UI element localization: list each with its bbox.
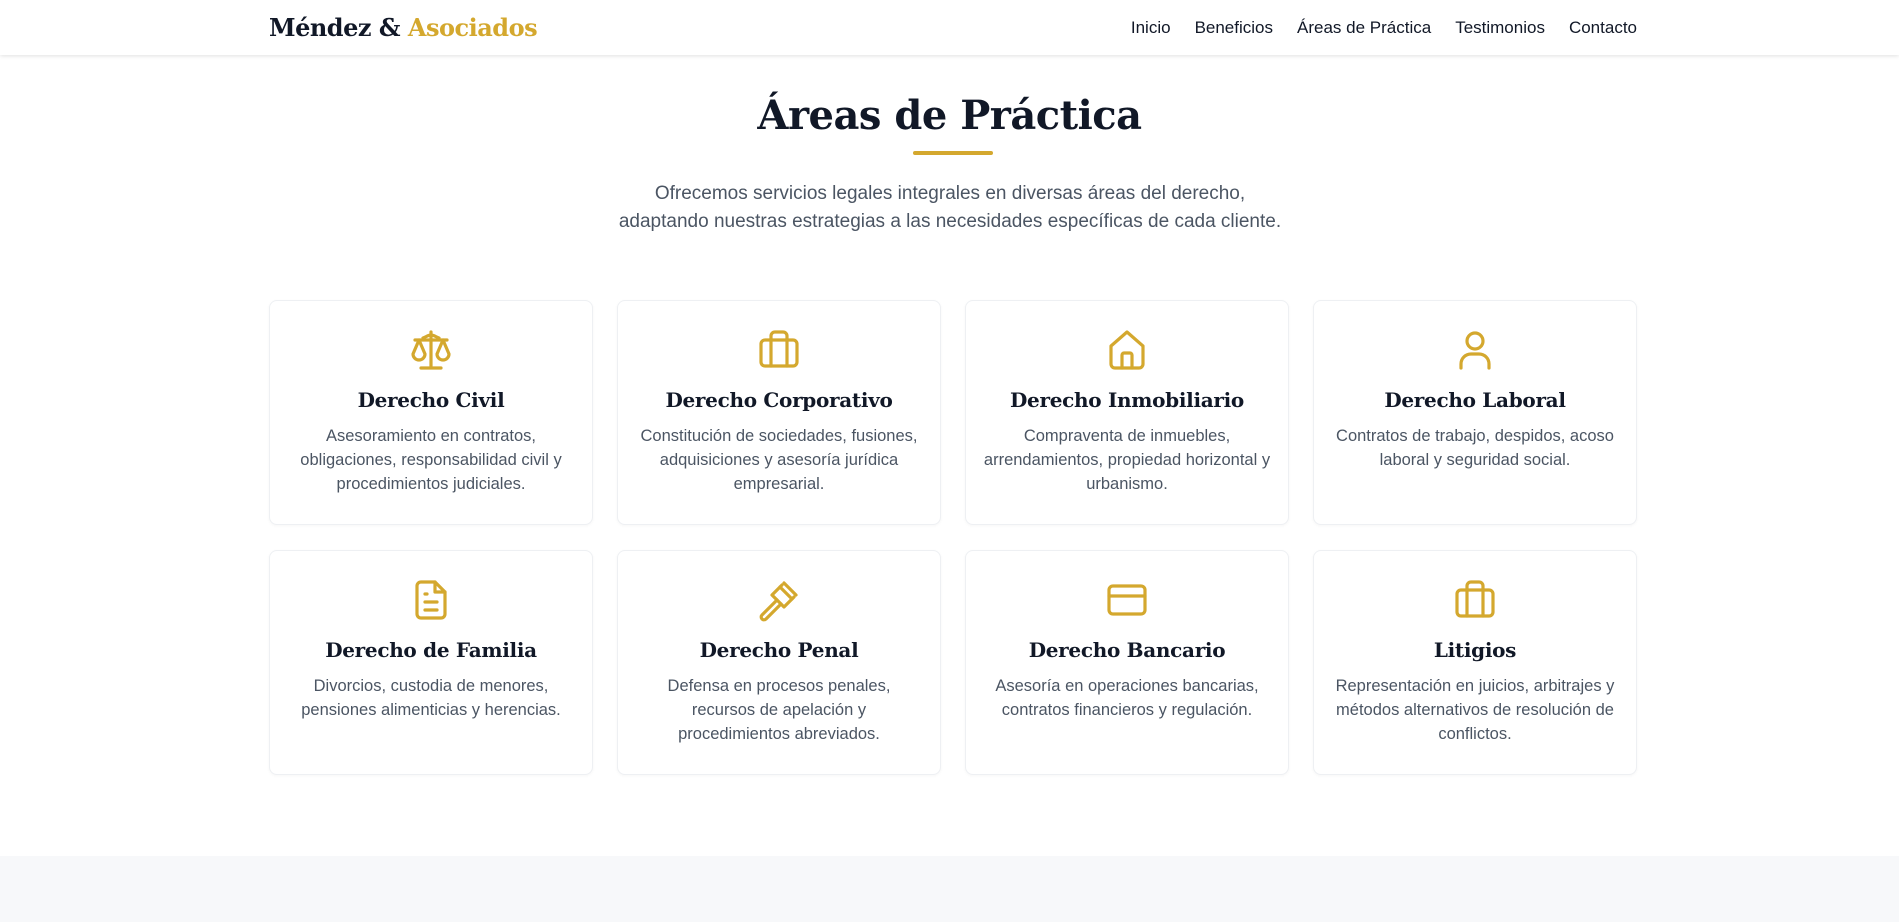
card-title: Derecho Corporativo	[665, 388, 893, 412]
practice-areas-grid: Derecho Civil Asesoramiento en contratos…	[269, 300, 1637, 775]
nav-link-testimonios[interactable]: Testimonios	[1455, 18, 1545, 38]
credit-card-icon	[966, 576, 1288, 624]
section-description: Ofrecemos servicios legales integrales e…	[560, 180, 1340, 236]
description-line-1: Ofrecemos servicios legales integrales e…	[654, 183, 1246, 204]
practice-card-civil[interactable]: Derecho Civil Asesoramiento en contratos…	[269, 300, 593, 525]
navbar: Méndez & Asociados Inicio Beneficios Áre…	[0, 0, 1899, 55]
card-title: Litigios	[1433, 638, 1517, 662]
user-icon	[1314, 326, 1636, 374]
brand-name-accent: Asociados	[407, 13, 538, 42]
briefcase-icon	[1314, 576, 1636, 624]
section-title: Áreas de Práctica	[757, 92, 1142, 139]
card-description: Asesoría en operaciones bancarias, contr…	[995, 677, 1259, 719]
card-description: Contratos de trabajo, despidos, acoso la…	[1336, 427, 1614, 469]
card-title: Derecho Inmobiliario	[1010, 388, 1244, 412]
practice-card-laboral[interactable]: Derecho Laboral Contratos de trabajo, de…	[1313, 300, 1637, 525]
document-icon	[270, 576, 592, 624]
description-line-2: adaptando nuestras estrategias a las nec…	[618, 211, 1282, 232]
card-title: Derecho Bancario	[1028, 638, 1226, 662]
card-description: Divorcios, custodia de menores, pensione…	[301, 677, 561, 719]
practice-card-familia[interactable]: Derecho de Familia Divorcios, custodia d…	[269, 550, 593, 775]
practice-card-penal[interactable]: Derecho Penal Defensa en procesos penale…	[617, 550, 941, 775]
card-title: Derecho Civil	[357, 388, 505, 412]
practice-card-corporativo[interactable]: Derecho Corporativo Constitución de soci…	[617, 300, 941, 525]
card-title: Derecho de Familia	[325, 638, 537, 662]
card-description: Representación en juicios, arbitrajes y …	[1335, 677, 1615, 743]
briefcase-icon	[618, 326, 940, 374]
home-icon	[966, 326, 1288, 374]
next-section-band	[0, 856, 1899, 922]
navbar-inner: Méndez & Asociados Inicio Beneficios Áre…	[269, 0, 1637, 55]
scale-icon	[270, 326, 592, 374]
card-description: Defensa en procesos penales, recursos de…	[667, 677, 891, 743]
nav-link-inicio[interactable]: Inicio	[1131, 18, 1171, 38]
title-underline	[913, 151, 993, 155]
brand-name-primary: Méndez &	[269, 13, 401, 42]
gavel-icon	[618, 576, 940, 624]
nav-link-beneficios[interactable]: Beneficios	[1195, 18, 1273, 38]
main-nav: Inicio Beneficios Áreas de Práctica Test…	[1131, 18, 1637, 38]
card-title: Derecho Laboral	[1384, 388, 1566, 412]
card-title: Derecho Penal	[699, 638, 859, 662]
brand-logo[interactable]: Méndez & Asociados	[269, 13, 538, 42]
practice-card-litigios[interactable]: Litigios Representación en juicios, arbi…	[1313, 550, 1637, 775]
nav-link-contacto[interactable]: Contacto	[1569, 18, 1637, 38]
card-description: Asesoramiento en contratos, obligaciones…	[300, 427, 562, 493]
practice-card-inmobiliario[interactable]: Derecho Inmobiliario Compraventa de inmu…	[965, 300, 1289, 525]
practice-card-bancario[interactable]: Derecho Bancario Asesoría en operaciones…	[965, 550, 1289, 775]
nav-link-areas[interactable]: Áreas de Práctica	[1297, 18, 1431, 38]
card-description: Constitución de sociedades, fusiones, ad…	[640, 427, 918, 493]
card-description: Compraventa de inmuebles, arrendamientos…	[983, 427, 1271, 493]
